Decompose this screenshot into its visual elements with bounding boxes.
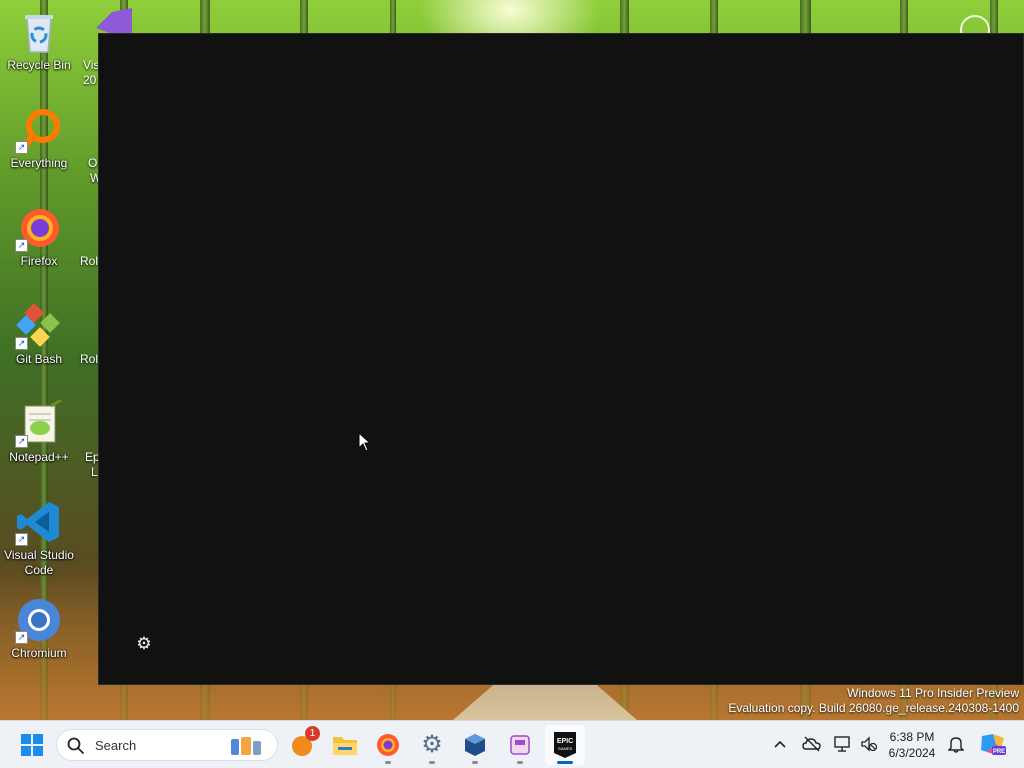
display-network-icon[interactable]: [832, 733, 854, 755]
shortcut-arrow-icon: ↗: [15, 631, 28, 644]
shortcut-arrow-icon: ↗: [15, 141, 28, 154]
clock-date: 6/3/2024: [888, 746, 936, 760]
onedrive-offline-icon[interactable]: [801, 733, 823, 755]
running-indicator: [517, 761, 523, 764]
taskbar-firefox[interactable]: [368, 725, 408, 765]
vscode-icon: ↗: [15, 498, 63, 546]
partial-label-l: L: [91, 465, 98, 479]
desktop-icon-vscode[interactable]: ↗ Visual Studio Code: [0, 498, 78, 578]
chromium-icon: ↗: [15, 596, 63, 644]
desktop-icon-everything[interactable]: ↗ Everything: [0, 106, 78, 171]
shortcut-arrow-icon: ↗: [15, 435, 28, 448]
git-bash-label: Git Bash: [15, 352, 63, 366]
shortcut-arrow-icon: ↗: [15, 239, 28, 252]
taskbar-epic-games[interactable]: EPIC GAMES: [545, 725, 585, 765]
desktop-icon-chromium[interactable]: ↗ Chromium: [0, 596, 78, 661]
taskbar-settings[interactable]: ⚙: [412, 725, 452, 765]
copilot-preview-icon[interactable]: PRE: [979, 733, 1007, 755]
running-indicator: [385, 761, 391, 764]
volume-muted-icon[interactable]: [858, 733, 880, 755]
running-indicator: [472, 761, 478, 764]
everything-magnifier-icon: ↗: [15, 106, 63, 154]
taskbar-clock[interactable]: 6:38 PM 6/3/2024: [880, 729, 944, 761]
partial-label-visual-studio: Vis: [83, 58, 100, 72]
mouse-pointer-icon: [358, 431, 372, 452]
evaluation-watermark: Windows 11 Pro Insider Preview Evaluatio…: [728, 686, 1019, 716]
taskbar-search-box[interactable]: Search: [56, 729, 278, 761]
search-highlight-illustration-icon: [231, 737, 261, 755]
taskbar-virtualbox[interactable]: [455, 725, 495, 765]
folder-icon: [333, 737, 357, 755]
epic-games-icon: EPIC GAMES: [554, 732, 576, 758]
notepad-plus-plus-icon: ↗: [15, 398, 63, 448]
settings-gear-icon: ⚙: [421, 731, 443, 758]
purple-app-icon: [510, 735, 530, 755]
vscode-label: Visual Studio Code: [4, 548, 74, 577]
svg-text:EPIC: EPIC: [557, 738, 573, 745]
desktop-icon-git-bash[interactable]: ↗ Git Bash: [0, 302, 78, 367]
svg-text:GAMES: GAMES: [558, 746, 573, 751]
virtualbox-cube-icon: [465, 734, 485, 756]
running-indicator: [429, 761, 435, 764]
watermark-line-1: Windows 11 Pro Insider Preview: [847, 686, 1019, 700]
desktop-icon-notepad-plus-plus[interactable]: ↗ Notepad++: [0, 398, 78, 465]
search-icon: [67, 737, 84, 754]
firefox-icon: [377, 734, 399, 756]
partial-label-rol-2: Rol: [80, 352, 99, 366]
show-hidden-icons-chevron-up-icon[interactable]: [769, 733, 791, 755]
watermark-line-2: Evaluation copy. Build 26080.ge_release.…: [728, 701, 1019, 715]
notification-bell-icon[interactable]: [945, 733, 967, 755]
gear-icon[interactable]: ⚙: [135, 635, 153, 653]
firefox-icon: ↗: [15, 204, 63, 252]
partial-label-visual-studio-year: 20: [83, 73, 97, 87]
taskbar-app-orange[interactable]: 1: [282, 725, 322, 765]
firefox-label: Firefox: [20, 254, 58, 268]
partial-label-rol-1: Rol: [80, 254, 99, 268]
recycle-bin-icon: [15, 8, 63, 56]
recycle-bin-label: Recycle Bin: [7, 58, 71, 72]
git-bash-icon: ↗: [15, 302, 63, 350]
taskbar-purple-app[interactable]: [500, 725, 540, 765]
clock-time: 6:38 PM: [889, 730, 935, 744]
shortcut-arrow-icon: ↗: [15, 337, 28, 350]
windows-logo-icon: [21, 734, 43, 756]
chromium-label: Chromium: [11, 646, 67, 660]
shortcut-arrow-icon: ↗: [15, 533, 28, 546]
desktop-icon-firefox[interactable]: ↗ Firefox: [0, 204, 78, 269]
everything-label: Everything: [10, 156, 68, 170]
notification-badge: 1: [305, 726, 320, 741]
svg-text:PRE: PRE: [993, 749, 1005, 755]
search-placeholder: Search: [95, 738, 137, 753]
partial-label-o: O: [88, 156, 98, 170]
taskbar-file-explorer[interactable]: [325, 725, 365, 765]
active-indicator: [557, 761, 573, 764]
desktop-icon-recycle-bin[interactable]: Recycle Bin: [0, 8, 78, 73]
start-button[interactable]: [12, 725, 52, 765]
taskbar: Search 1 ⚙ EPIC GAMES 6:38 PM 6/3/2024 P…: [0, 720, 1024, 768]
app-window[interactable]: ⚙: [98, 33, 1024, 685]
notepad-plus-plus-label: Notepad++: [9, 450, 69, 464]
